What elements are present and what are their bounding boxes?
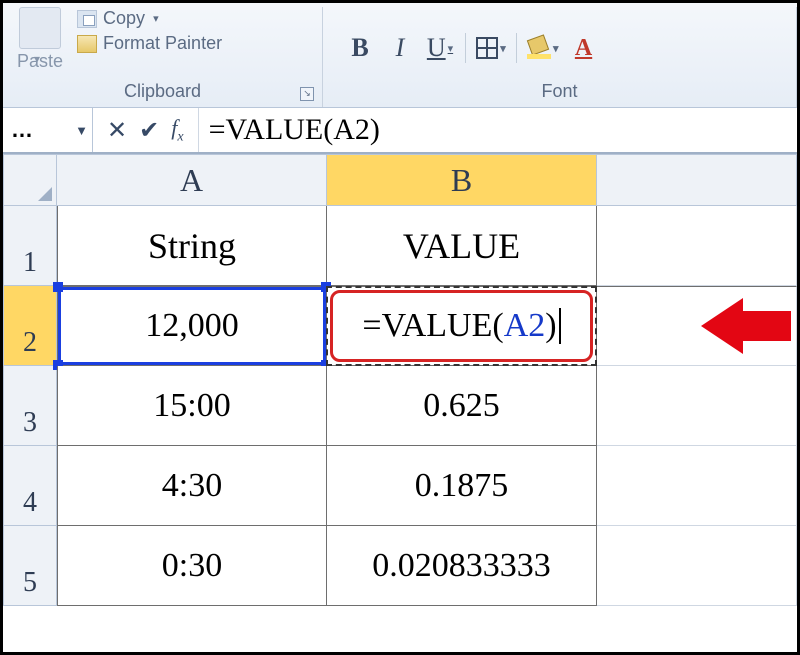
arrow-shaft [743,311,791,341]
chevron-down-icon[interactable]: ▾ [448,42,454,55]
clipboard-group-label: Clipboard ↘ [11,79,314,105]
format-painter-label: Format Painter [103,33,222,54]
row-header-5[interactable]: 5 [3,526,57,606]
cell-rest[interactable] [597,366,797,446]
arrow-left-icon [701,298,743,354]
cell-rest[interactable] [597,206,797,286]
cell-a2[interactable]: 12,000 [57,286,327,366]
font-group: B I U▾ ▾ ▾ A Font [323,7,797,107]
cell-rest[interactable] [597,526,797,606]
clipboard-dialog-launcher[interactable]: ↘ [300,87,314,101]
cell-rest[interactable] [597,446,797,526]
clipboard-group: Paste Copy ▾ Format Painter Clipboard ↘ [3,7,323,107]
paste-icon [19,7,61,49]
column-header-rest[interactable] [597,154,797,206]
row-header-3[interactable]: 3 [3,366,57,446]
table-row: 2 12,000 =VALUE(A2) [3,286,797,366]
bold-button[interactable]: B [345,33,375,63]
fill-color-button[interactable]: ▾ [527,37,559,59]
borders-button[interactable]: ▾ [476,37,506,59]
column-header-b[interactable]: B [327,154,597,206]
cell-a1[interactable]: String [57,206,327,286]
borders-icon [476,37,498,59]
cell-a2-value: 12,000 [145,307,239,345]
formula-input[interactable]: =VALUE(A2) [199,108,797,152]
underline-button[interactable]: U▾ [425,33,455,63]
chevron-down-icon[interactable]: ▾ [500,42,506,55]
row-header-4[interactable]: 4 [3,446,57,526]
callout-arrow [701,298,791,354]
enter-formula-button[interactable]: ✔ [139,116,159,145]
format-painter-button[interactable]: Format Painter [75,32,224,55]
formula-prefix: =VALUE [362,307,492,345]
cell-b4[interactable]: 0.1875 [327,446,597,526]
text-cursor [559,308,561,344]
cell-b5[interactable]: 0.020833333 [327,526,597,606]
cell-editor[interactable]: =VALUE(A2) [330,290,593,362]
chevron-down-icon[interactable]: ▼ [75,123,88,138]
cell-b1[interactable]: VALUE [327,206,597,286]
cell-a3[interactable]: 15:00 [57,366,327,446]
formula-text: =VALUE(A2) [209,113,380,147]
chevron-down-icon[interactable]: ▾ [553,42,559,55]
copy-label: Copy [103,8,145,29]
font-group-label: Font [331,79,788,105]
copy-button[interactable]: Copy ▾ [75,7,224,30]
paste-button[interactable]: Paste [11,7,69,72]
chevron-down-icon[interactable]: ▾ [153,12,159,25]
select-all-corner[interactable] [3,154,57,206]
name-box[interactable]: … ▼ [3,108,93,152]
table-row: 3 15:00 0.625 [3,366,797,446]
font-color-button[interactable]: A [569,35,599,62]
cell-b3[interactable]: 0.625 [327,366,597,446]
font-color-icon: A [575,35,592,62]
table-row: 5 0:30 0.020833333 [3,526,797,606]
separator [516,33,517,63]
table-row: 1 String VALUE [3,206,797,286]
formula-bar: … ▼ ✕ ✔ fx =VALUE(A2) [3,108,797,154]
name-box-value: … [11,117,33,143]
ribbon: Paste Copy ▾ Format Painter Clipboard ↘ … [3,3,797,108]
formula-ref: A2 [504,307,546,345]
cell-b2[interactable]: =VALUE(A2) [327,286,597,366]
fill-color-icon [527,37,551,59]
column-header-a[interactable]: A [57,154,327,206]
cell-a4[interactable]: 4:30 [57,446,327,526]
selection-handle[interactable] [53,282,63,292]
insert-function-button[interactable]: fx [171,115,183,145]
spreadsheet-grid: A B 1 String VALUE 2 12,000 =VALUE(A2) [3,154,797,606]
format-painter-icon [77,35,97,53]
copy-icon [77,10,97,28]
italic-button[interactable]: I [385,33,415,63]
cancel-formula-button[interactable]: ✕ [107,116,127,145]
cell-a5[interactable]: 0:30 [57,526,327,606]
table-row: 4 4:30 0.1875 [3,446,797,526]
row-header-2[interactable]: 2 [3,286,57,366]
separator [465,33,466,63]
row-header-1[interactable]: 1 [3,206,57,286]
